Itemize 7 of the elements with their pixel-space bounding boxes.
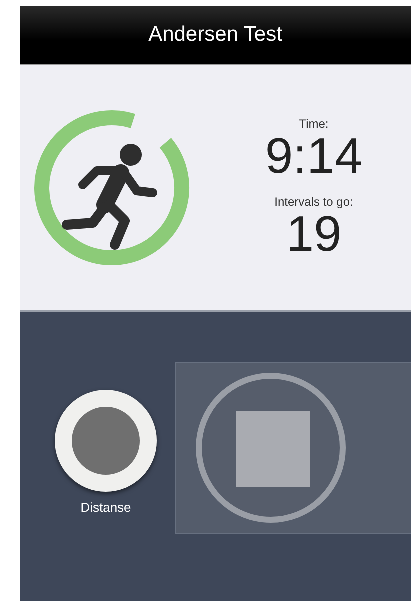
stat-label: Intervals to go: [274, 194, 354, 208]
stat-value: 19 [286, 208, 342, 258]
button-label: Distanse [80, 500, 132, 515]
window-title: Andersen Test [148, 23, 282, 47]
stop-button[interactable] [194, 371, 348, 525]
stat-value: 9:14 [265, 130, 363, 180]
stat-label: Time: [299, 116, 329, 130]
